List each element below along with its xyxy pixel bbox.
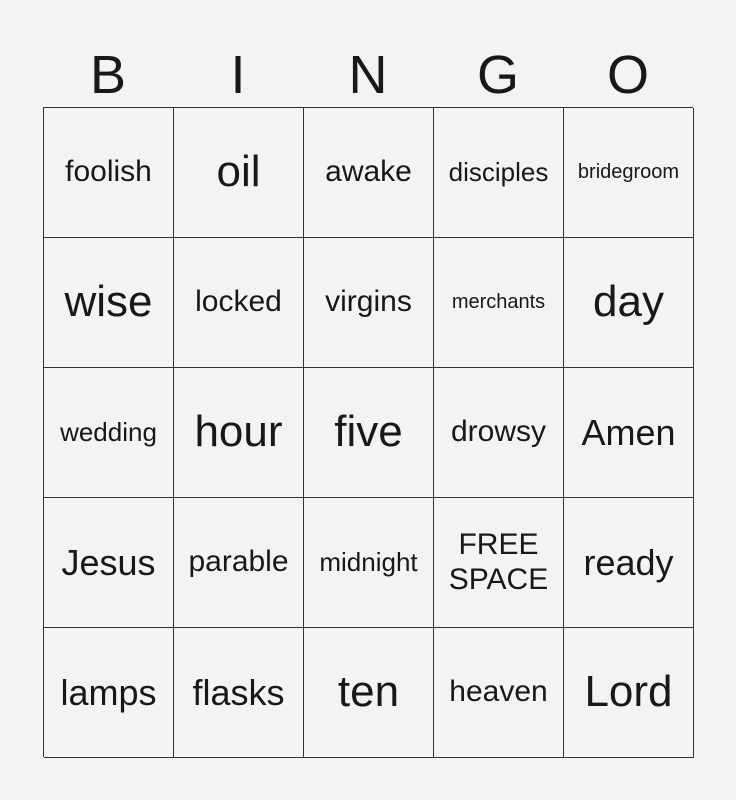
bingo-cell[interactable]: disciples xyxy=(434,108,564,238)
bingo-cell[interactable]: heaven xyxy=(434,628,564,758)
bingo-cell[interactable]: virgins xyxy=(304,238,434,368)
bingo-cell[interactable]: ten xyxy=(304,628,434,758)
bingo-cell[interactable]: oil xyxy=(174,108,304,238)
free-space-cell[interactable]: FREE SPACE xyxy=(434,498,564,628)
header-letter-o: O xyxy=(606,45,649,105)
bingo-cell[interactable]: midnight xyxy=(304,498,434,628)
bingo-cell[interactable]: ready xyxy=(564,498,694,628)
bingo-header: B I N G O xyxy=(43,44,693,106)
bingo-cell[interactable]: wedding xyxy=(44,368,174,498)
bingo-cell[interactable]: hour xyxy=(174,368,304,498)
bingo-cell[interactable]: locked xyxy=(174,238,304,368)
header-letter-b: B xyxy=(89,45,127,105)
bingo-cell[interactable]: parable xyxy=(174,498,304,628)
bingo-cell[interactable]: day xyxy=(564,238,694,368)
header-letter-i: I xyxy=(230,45,246,105)
bingo-cell[interactable]: bridegroom xyxy=(564,108,694,238)
bingo-cell[interactable]: lamps xyxy=(44,628,174,758)
header-letter-n: N xyxy=(348,45,388,105)
header-letter-g: G xyxy=(476,45,519,105)
bingo-cell[interactable]: five xyxy=(304,368,434,498)
bingo-cell[interactable]: flasks xyxy=(174,628,304,758)
bingo-cell[interactable]: Jesus xyxy=(44,498,174,628)
bingo-cell[interactable]: merchants xyxy=(434,238,564,368)
bingo-cell[interactable]: foolish xyxy=(44,108,174,238)
bingo-cell[interactable]: awake xyxy=(304,108,434,238)
bingo-cell[interactable]: wise xyxy=(44,238,174,368)
bingo-cell[interactable]: drowsy xyxy=(434,368,564,498)
bingo-cell[interactable]: Amen xyxy=(564,368,694,498)
bingo-grid: foolish oil awake disciples bridegroom w… xyxy=(43,107,694,758)
bingo-cell[interactable]: Lord xyxy=(564,628,694,758)
